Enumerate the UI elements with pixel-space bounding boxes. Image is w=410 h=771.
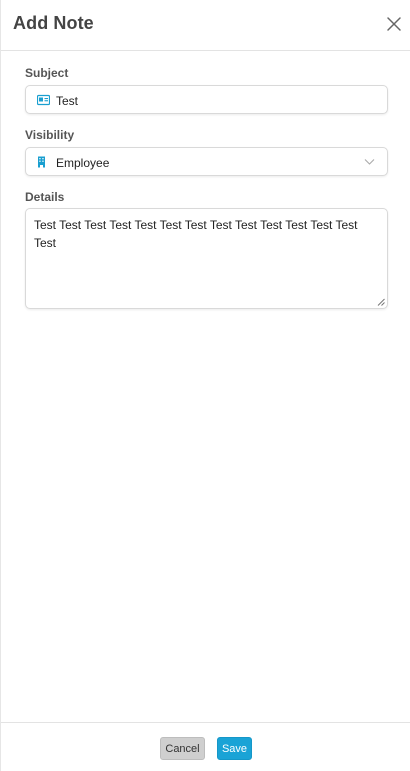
save-button[interactable]: Save [217,737,252,760]
subject-value: Test [56,94,79,108]
add-note-panel: Add Note Subject Test Visibility Employe… [0,0,410,771]
panel-header: Add Note [1,0,410,51]
chevron-down-icon[interactable] [364,157,375,166]
resize-handle-icon[interactable] [377,298,385,306]
visibility-value: Employee [56,156,110,170]
visibility-label: Visibility [25,128,75,142]
building-icon [38,156,45,168]
panel-footer: Cancel Save [1,722,410,771]
panel-title: Add Note [13,13,94,33]
subject-input[interactable]: Test [25,85,388,114]
close-button[interactable] [386,16,402,32]
details-label: Details [25,190,65,204]
cancel-button[interactable]: Cancel [160,737,205,760]
details-textarea[interactable]: Test Test Test Test Test Test Test Test … [25,208,388,309]
details-value: Test Test Test Test Test Test Test Test … [34,218,358,250]
subject-label: Subject [25,66,69,80]
id-card-icon [37,94,50,106]
visibility-select[interactable]: Employee [25,147,388,176]
close-icon [387,17,401,31]
